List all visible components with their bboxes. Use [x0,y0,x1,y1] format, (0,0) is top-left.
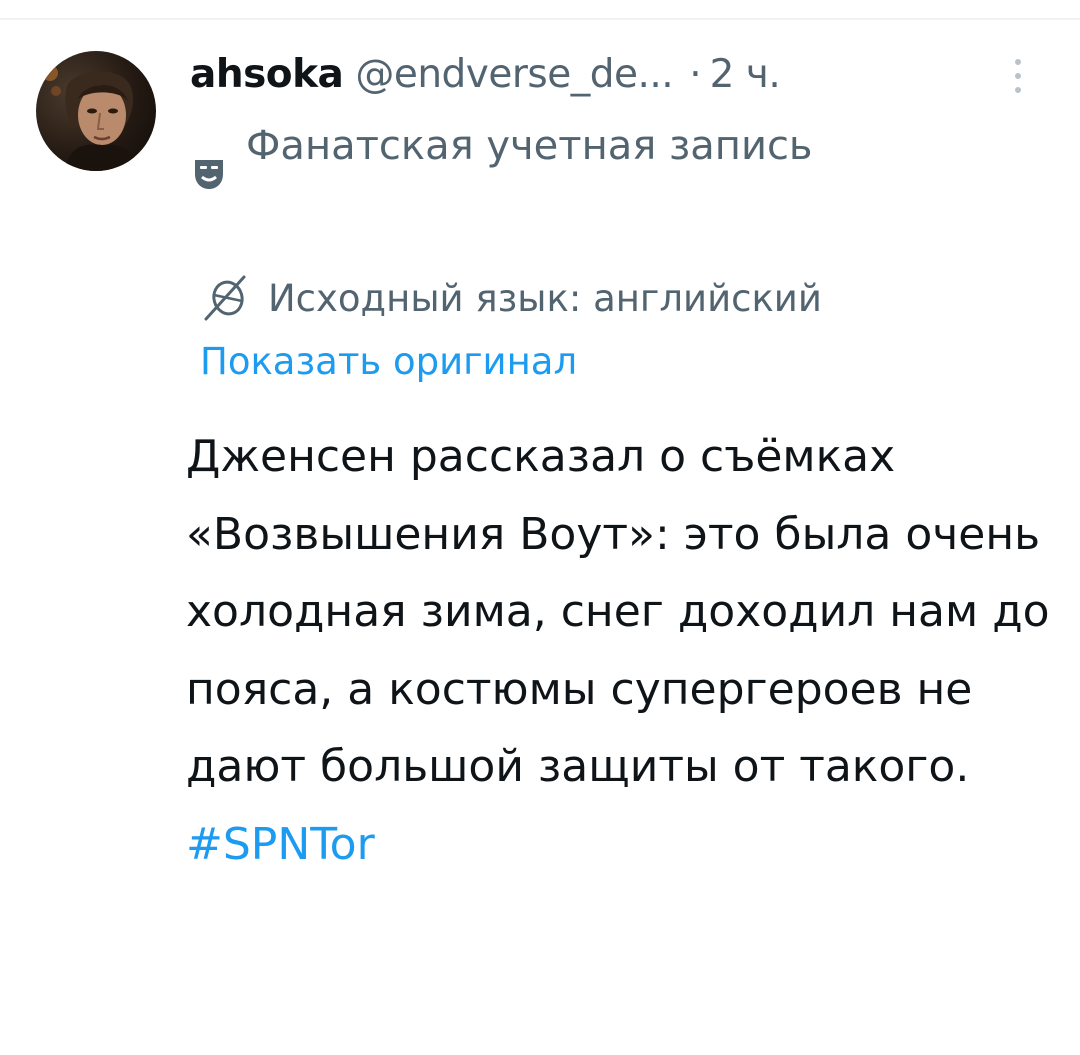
tweet-timestamp[interactable]: 2 ч. [710,52,781,97]
author-display-name[interactable]: ahsoka [190,52,344,97]
tweet-body-text: Дженсен рассказал о съёмках «Возвышения … [186,431,1050,792]
translate-globe-icon [204,275,246,321]
source-language-label: Исходный язык: английский [268,276,822,320]
top-divider [0,18,1080,20]
translation-info: Исходный язык: английский [200,270,822,326]
header-separator: · [689,51,702,97]
vertical-ellipsis-icon[interactable] [1011,56,1025,96]
avatar[interactable] [36,51,156,171]
tweet-header: ahsoka @endverse_de... · 2 ч. [190,44,781,104]
fan-account-label: Фанатская учетная запись [246,123,813,169]
tweet-body: Дженсен рассказал о съёмках «Возвышения … [186,418,1056,883]
author-handle[interactable]: @endverse_de... [355,52,673,97]
theater-mask-icon [195,160,223,189]
profile-photo [42,65,140,171]
hashtag-link[interactable]: #SPNTor [186,819,375,870]
show-original-link[interactable]: Показать оригинал [200,340,577,383]
